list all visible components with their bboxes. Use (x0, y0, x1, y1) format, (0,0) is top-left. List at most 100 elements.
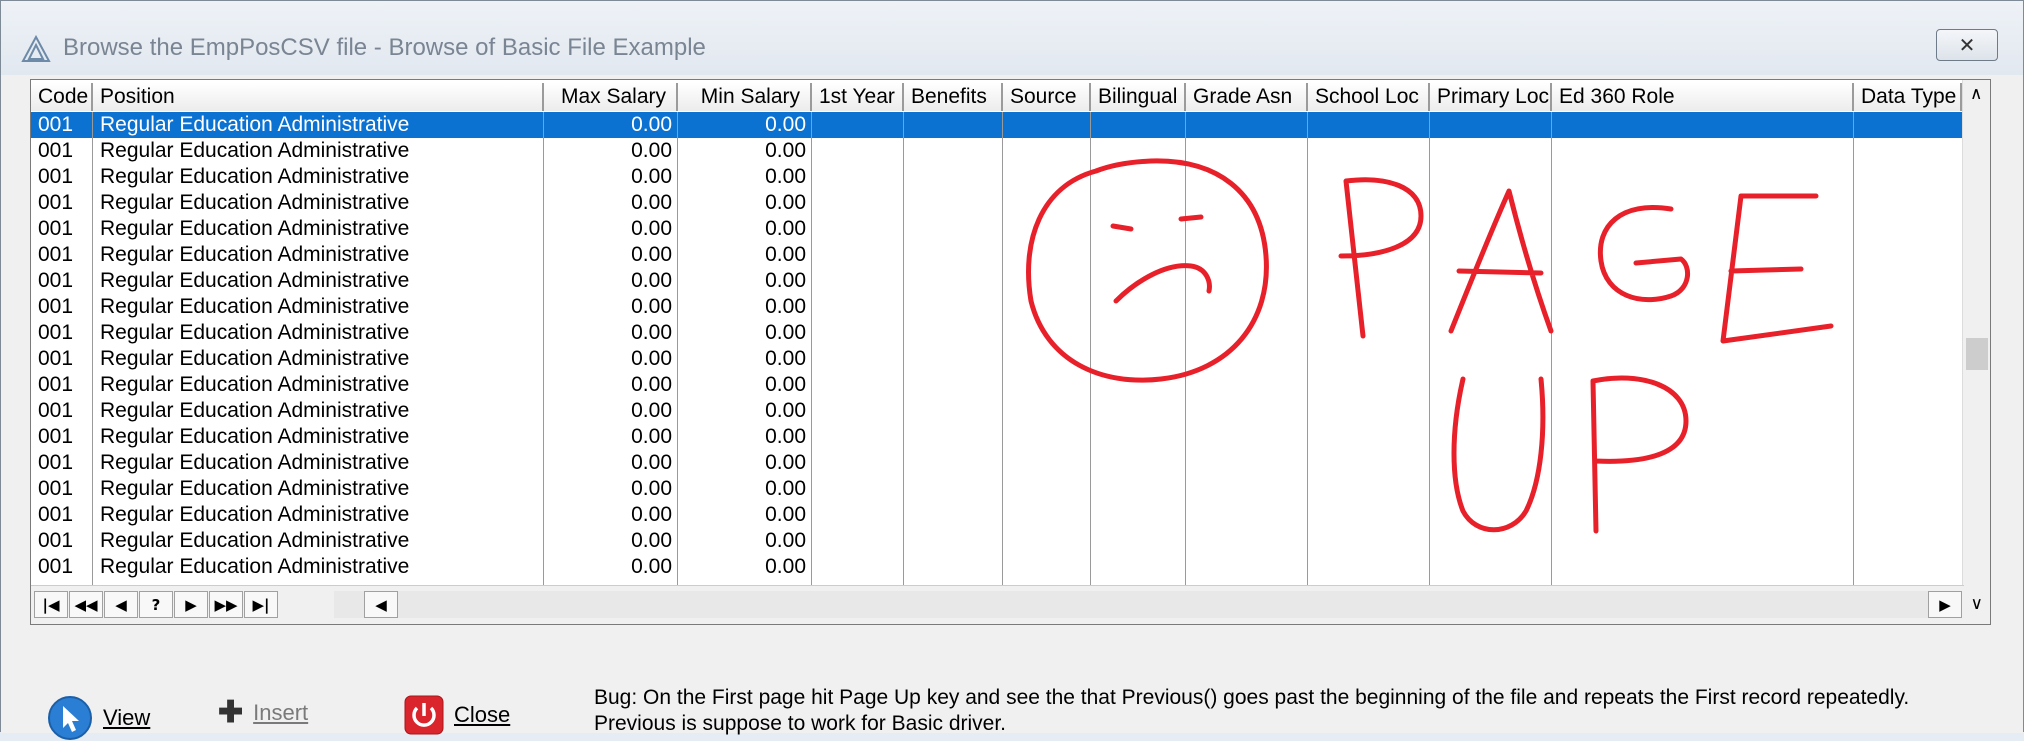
table-row[interactable]: 001 Regular Education Administrative 0.00 0… (31, 112, 1962, 138)
table-cell-position: Regular Education Administrative (100, 321, 410, 344)
column-divider (1002, 112, 1003, 586)
table-cell-code: 001 (38, 503, 74, 526)
table-cell-min-salary: 0.00 (765, 347, 806, 370)
scroll-left-button[interactable]: ◀ (364, 591, 398, 618)
scroll-down-button[interactable]: ∨ (1971, 594, 1983, 614)
scroll-right-button[interactable]: ▶ (1928, 591, 1962, 618)
table-row[interactable]: 001 Regular Education Administrative 0.00 0… (31, 242, 1962, 268)
column-divider (903, 112, 904, 586)
table-row[interactable]: 001 Regular Education Administrative 0.00 0… (31, 502, 1962, 528)
table-cell-position: Regular Education Administrative (100, 555, 410, 578)
first-record-button[interactable]: |◀ (34, 591, 68, 618)
browse-grid[interactable]: Code Position Max Salary Min Salary 1st Year… (30, 79, 1991, 625)
table-row[interactable]: 001 Regular Education Administrative 0.00 0… (31, 554, 1962, 580)
column-divider (811, 112, 812, 586)
table-row[interactable]: 001 Regular Education Administrative 0.00 0… (31, 320, 1962, 346)
column-header[interactable]: Position (93, 83, 544, 111)
browse-window: Browse the EmpPosCSV file - Browse of Ba… (0, 0, 2024, 740)
table-cell-max-salary: 0.00 (631, 295, 672, 318)
table-cell-position: Regular Education Administrative (100, 503, 410, 526)
table-cell-position: Regular Education Administrative (100, 295, 410, 318)
table-cell-min-salary: 0.00 (765, 217, 806, 240)
table-row[interactable]: 001 Regular Education Administrative 0.00 0… (31, 476, 1962, 502)
table-cell-position: Regular Education Administrative (100, 425, 410, 448)
table-row[interactable]: 001 Regular Education Administrative 0.00 0… (31, 190, 1962, 216)
column-header[interactable]: Bilingual (1091, 83, 1186, 111)
table-cell-position: Regular Education Administrative (100, 139, 410, 162)
table-cell-code: 001 (38, 191, 74, 214)
column-divider (1307, 112, 1308, 586)
next-record-button[interactable]: ▶ (174, 591, 208, 618)
table-cell-max-salary: 0.00 (631, 529, 672, 552)
table-cell-max-salary: 0.00 (631, 113, 672, 136)
table-cell-code: 001 (38, 555, 74, 578)
table-cell-max-salary: 0.00 (631, 217, 672, 240)
table-row[interactable]: 001 Regular Education Administrative 0.00 0… (31, 268, 1962, 294)
last-record-button[interactable]: ▶| (244, 591, 278, 618)
column-header[interactable]: 1st Year (812, 83, 904, 111)
table-cell-position: Regular Education Administrative (100, 269, 410, 292)
window-title: Browse the EmpPosCSV file - Browse of Ba… (63, 34, 706, 61)
column-header[interactable]: Primary Loc (1430, 83, 1552, 111)
table-cell-max-salary: 0.00 (631, 425, 672, 448)
query-button[interactable]: ? (139, 591, 173, 618)
table-cell-code: 001 (38, 321, 74, 344)
table-cell-min-salary: 0.00 (765, 425, 806, 448)
table-row[interactable]: 001 Regular Education Administrative 0.00 0… (31, 138, 1962, 164)
table-row[interactable]: 001 Regular Education Administrative 0.00 0… (31, 164, 1962, 190)
table-row[interactable]: 001 Regular Education Administrative 0.00 0… (31, 424, 1962, 450)
table-cell-min-salary: 0.00 (765, 503, 806, 526)
table-cell-code: 001 (38, 425, 74, 448)
insert-button[interactable]: ✚ Insert (218, 695, 308, 730)
insert-label: Insert (253, 699, 309, 725)
previous-record-button[interactable]: ◀ (104, 591, 138, 618)
app-logo-icon (21, 35, 51, 62)
table-cell-min-salary: 0.00 (765, 451, 806, 474)
table-row[interactable]: 001 Regular Education Administrative 0.00 0… (31, 528, 1962, 554)
next-page-button[interactable]: ▶▶ (209, 591, 243, 618)
previous-page-button[interactable]: ◀◀ (69, 591, 103, 618)
table-row[interactable]: 001 Regular Education Administrative 0.00 0… (31, 450, 1962, 476)
column-header[interactable]: Min Salary (678, 83, 812, 111)
vertical-scroll-thumb[interactable] (1966, 338, 1988, 370)
table-cell-max-salary: 0.00 (631, 555, 672, 578)
table-row[interactable]: 001 Regular Education Administrative 0.00 0… (31, 372, 1962, 398)
table-cell-max-salary: 0.00 (631, 503, 672, 526)
table-cell-code: 001 (38, 451, 74, 474)
column-header[interactable]: Ed 360 Role (1552, 83, 1854, 111)
table-cell-position: Regular Education Administrative (100, 191, 410, 214)
close-button[interactable]: Close (404, 695, 510, 735)
table-cell-min-salary: 0.00 (765, 243, 806, 266)
column-header[interactable]: Source (1003, 83, 1091, 111)
table-cell-max-salary: 0.00 (631, 321, 672, 344)
column-header[interactable]: Code (31, 83, 93, 111)
table-cell-max-salary: 0.00 (631, 477, 672, 500)
table-cell-min-salary: 0.00 (765, 165, 806, 188)
column-divider (92, 112, 93, 586)
table-row[interactable]: 001 Regular Education Administrative 0.00 0… (31, 216, 1962, 242)
column-header[interactable]: Data Type (1854, 83, 1962, 111)
table-cell-code: 001 (38, 529, 74, 552)
column-divider (1185, 112, 1186, 586)
scroll-up-button[interactable]: ∧ (1970, 84, 1982, 104)
table-row[interactable]: 001 Regular Education Administrative 0.00 0… (31, 398, 1962, 424)
table-cell-code: 001 (38, 217, 74, 240)
column-divider (1090, 112, 1091, 586)
view-button[interactable]: View (47, 695, 150, 741)
vertical-scrollbar[interactable]: ∧ (1962, 80, 1990, 624)
horizontal-scrollbar[interactable]: ◀ ▶ (334, 591, 1962, 618)
table-row[interactable]: 001 Regular Education Administrative 0.00 0… (31, 294, 1962, 320)
table-row[interactable]: 001 Regular Education Administrative 0.00 0… (31, 346, 1962, 372)
column-header[interactable]: Grade Asn (1186, 83, 1308, 111)
client-area: Code Position Max Salary Min Salary 1st Year… (1, 75, 2023, 740)
pointer-icon (48, 696, 92, 740)
plus-icon: ✚ (218, 696, 244, 729)
table-cell-code: 001 (38, 165, 74, 188)
table-cell-position: Regular Education Administrative (100, 347, 410, 370)
column-header[interactable]: Max Salary (544, 83, 678, 111)
table-cell-max-salary: 0.00 (631, 373, 672, 396)
column-header[interactable]: Benefits (904, 83, 1003, 111)
column-header[interactable]: School Loc (1308, 83, 1430, 111)
window-close-button[interactable]: ✕ (1936, 29, 1998, 61)
table-cell-code: 001 (38, 347, 74, 370)
